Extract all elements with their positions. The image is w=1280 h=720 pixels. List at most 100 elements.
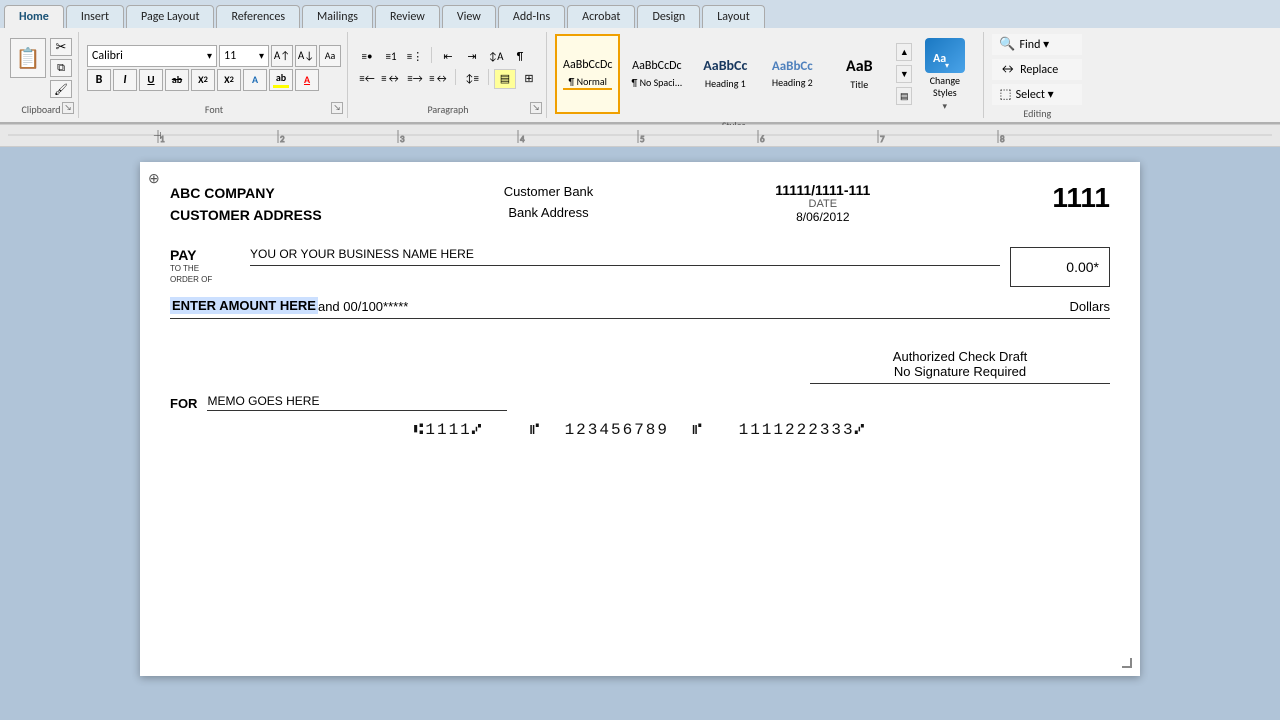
memo-field[interactable]: MEMO GOES HERE <box>207 394 507 411</box>
tab-bar: Home Insert Page Layout References Maili… <box>0 0 1280 28</box>
find-button[interactable]: 🔍 Find ▾ <box>992 34 1082 55</box>
underline-button[interactable]: U <box>139 69 163 91</box>
styles-scroll-up[interactable]: ▲ <box>896 43 912 61</box>
pay-section: PAY TO THEORDER OF YOU OR YOUR BUSINESS … <box>170 247 1110 287</box>
svg-text:3: 3 <box>400 134 405 145</box>
style-normal-button[interactable]: AaBbCcDc ¶ Normal <box>555 34 620 114</box>
style-title-button[interactable]: AaB Title <box>827 34 891 114</box>
clear-format-button[interactable]: Aa <box>319 45 341 67</box>
tab-insert[interactable]: Insert <box>66 5 124 28</box>
tab-addins[interactable]: Add-Ins <box>498 5 565 28</box>
text-highlight-button[interactable]: ab <box>269 69 293 91</box>
svg-text:▾: ▾ <box>945 61 949 70</box>
style-heading1-preview: AaBbCc <box>703 58 747 75</box>
tab-home[interactable]: Home <box>4 5 64 28</box>
ribbon-group-clipboard: 📋 ✂ ⧉ 🖌 Clipboard ↘ <box>4 32 79 118</box>
amount-words-row: ENTER AMOUNT HERE and 00/100***** Dollar… <box>170 297 1110 319</box>
ribbon-group-font: Calibri ▾ 11 ▾ A↑ A↓ Aa B I U <box>81 32 348 118</box>
tab-layout[interactable]: Layout <box>702 5 765 28</box>
font-size-selector[interactable]: 11 ▾ <box>219 45 269 67</box>
style-title-preview: AaB <box>846 57 873 76</box>
date-value: 8/06/2012 <box>775 210 870 224</box>
bank-info: Customer Bank Bank Address <box>504 182 594 224</box>
paste-button[interactable]: 📋 <box>10 38 46 78</box>
decrease-indent-button[interactable]: ⇤ <box>437 47 459 67</box>
to-order-label: TO THEORDER OF <box>170 263 240 285</box>
change-styles-arrow: ▾ <box>943 101 948 112</box>
font-color-button[interactable]: A <box>295 69 319 91</box>
style-heading2-button[interactable]: AaBbCc Heading 2 <box>760 34 824 114</box>
ribbon-main: 📋 ✂ ⧉ 🖌 Clipboard ↘ Calibri ▾ <box>0 28 1280 124</box>
align-center-button[interactable]: ≡↔ <box>380 69 402 89</box>
bank-address: Bank Address <box>504 203 594 224</box>
payee-field[interactable]: YOU OR YOUR BUSINESS NAME HERE <box>250 247 1000 266</box>
tab-acrobat[interactable]: Acrobat <box>567 5 635 28</box>
tab-design[interactable]: Design <box>637 5 700 28</box>
multilevel-button[interactable]: ≡⋮ <box>404 47 426 67</box>
subscript-button[interactable]: X2 <box>191 69 215 91</box>
paragraph-group-label: Paragraph <box>356 101 540 116</box>
micr-numbers: ⑆1111⑇ ⑈ 123456789 ⑈ 1111222333⑇ <box>414 421 866 439</box>
text-effects-button[interactable]: A <box>243 69 267 91</box>
pay-labels: PAY TO THEORDER OF <box>170 247 240 285</box>
resize-handle[interactable] <box>1122 658 1132 668</box>
bullets-button[interactable]: ≡• <box>356 47 378 67</box>
memo-text: MEMO GOES HERE <box>207 394 319 408</box>
paragraph-expand[interactable]: ↘ <box>530 102 542 114</box>
numbering-button[interactable]: ≡1 <box>380 47 402 67</box>
font-expand[interactable]: ↘ <box>331 102 343 114</box>
font-name-selector[interactable]: Calibri ▾ <box>87 45 217 67</box>
amount-box[interactable]: 0.00* <box>1010 247 1110 287</box>
borders-button[interactable]: ⊞ <box>518 69 540 89</box>
tab-review[interactable]: Review <box>375 5 440 28</box>
amount-words-highlight[interactable]: ENTER AMOUNT HERE <box>170 297 318 314</box>
tab-page-layout[interactable]: Page Layout <box>126 5 214 28</box>
style-title-label: Title <box>850 78 868 91</box>
copy-button[interactable]: ⧉ <box>50 59 72 77</box>
bold-button[interactable]: B <box>87 69 111 91</box>
bank-name: Customer Bank <box>504 182 594 203</box>
strikethrough-button[interactable]: ab <box>165 69 189 91</box>
styles-buttons: AaBbCcDc ¶ Normal AaBbCcDc ¶ No Spaci...… <box>555 34 912 114</box>
authorized-line1: Authorized Check Draft <box>810 349 1110 364</box>
italic-button[interactable]: I <box>113 69 137 91</box>
font-group-label: Font <box>87 101 341 116</box>
date-label: DATE <box>775 198 870 210</box>
company-info: ABC COMPANY CUSTOMER ADDRESS <box>170 182 322 227</box>
dollars-label: Dollars <box>1070 299 1110 314</box>
micr-line: ⑆1111⑇ ⑈ 123456789 ⑈ 1111222333⑇ <box>170 421 1110 439</box>
align-right-button[interactable]: ≡→ <box>404 69 426 89</box>
company-name: ABC COMPANY <box>170 182 322 204</box>
increase-indent-button[interactable]: ⇥ <box>461 47 483 67</box>
font-grow-button[interactable]: A↑ <box>271 45 293 67</box>
change-styles-button[interactable]: Aa ▾ ChangeStyles ▾ <box>912 34 977 116</box>
check-number: 1111 <box>1052 182 1110 214</box>
sort-button[interactable]: ↕A <box>485 47 507 67</box>
justify-button[interactable]: ≡↔ <box>428 69 450 89</box>
style-nospacing-button[interactable]: AaBbCcDc ¶ No Spaci... <box>623 34 690 114</box>
superscript-button[interactable]: X2 <box>217 69 241 91</box>
table-handle[interactable]: ⊕ <box>148 170 160 187</box>
format-painter-button[interactable]: 🖌 <box>50 80 72 98</box>
svg-text:4: 4 <box>520 134 525 145</box>
tab-view[interactable]: View <box>442 5 496 28</box>
style-heading1-button[interactable]: AaBbCc Heading 1 <box>693 34 757 114</box>
select-button[interactable]: ⬚ Select ▾ <box>992 84 1082 105</box>
font-shrink-button[interactable]: A↓ <box>295 45 317 67</box>
align-left-button[interactable]: ≡← <box>356 69 378 89</box>
shading-button[interactable]: ▤ <box>494 69 516 89</box>
svg-text:6: 6 <box>760 134 765 145</box>
styles-expand[interactable]: ▤ <box>896 87 912 105</box>
pilcrow-button[interactable]: ¶ <box>509 47 531 67</box>
search-icon: 🔍 <box>999 37 1015 52</box>
cut-button[interactable]: ✂ <box>50 38 72 56</box>
tab-mailings[interactable]: Mailings <box>302 5 373 28</box>
style-heading2-label: Heading 2 <box>772 76 813 89</box>
styles-scroll-down[interactable]: ▼ <box>896 65 912 83</box>
font-size-value: 11 <box>224 49 236 63</box>
style-normal-preview: AaBbCcDc <box>563 58 612 72</box>
line-spacing-button[interactable]: ↕≡ <box>461 69 483 89</box>
tab-references[interactable]: References <box>216 5 300 28</box>
clipboard-expand[interactable]: ↘ <box>62 102 74 114</box>
replace-button[interactable]: ↔ Replace <box>992 59 1082 80</box>
